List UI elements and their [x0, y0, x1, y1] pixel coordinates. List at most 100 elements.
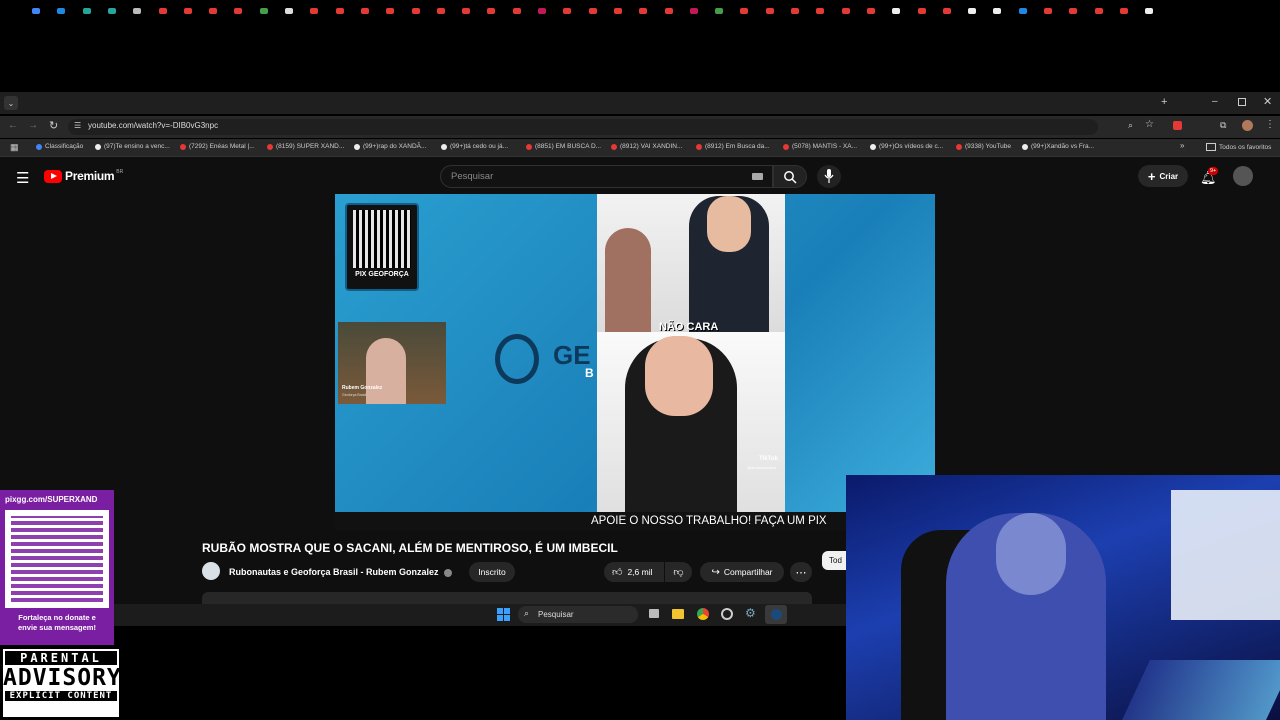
- bookmarks-overflow-icon[interactable]: »: [1180, 141, 1184, 150]
- bookmark-item[interactable]: Classificação: [36, 143, 83, 150]
- browser-tab[interactable]: [1011, 4, 1035, 18]
- like-button[interactable]: 👍︎ 2,6 mil: [604, 562, 664, 582]
- browser-tab[interactable]: [530, 4, 554, 18]
- app-icon-1[interactable]: [721, 608, 733, 620]
- browser-tab[interactable]: [935, 4, 959, 18]
- browser-tab[interactable]: [985, 4, 1009, 18]
- browser-tab[interactable]: [404, 4, 428, 18]
- bookmark-item[interactable]: (8159) SUPER XAND...: [267, 143, 344, 150]
- reload-icon[interactable]: ↻: [49, 119, 58, 132]
- browser-tab[interactable]: [834, 4, 858, 18]
- video-player[interactable]: PIX GEOFORÇA Rubem Gonzalez Geoforça Bra…: [335, 194, 935, 531]
- omnibox[interactable]: [68, 119, 1098, 135]
- bookmark-item[interactable]: (99+)Xandão vs Fra...: [1022, 143, 1094, 150]
- url-text[interactable]: youtube.com/watch?v=-DIB0vG3npc: [88, 121, 218, 130]
- extensions-puzzle-icon[interactable]: ⧉: [1220, 120, 1226, 131]
- all-bookmarks-folder[interactable]: Todos os favoritos: [1206, 143, 1271, 151]
- browser-tab[interactable]: [859, 4, 883, 18]
- tab-search-button[interactable]: ⌄: [4, 96, 18, 110]
- browser-tab[interactable]: [378, 4, 402, 18]
- browser-tab[interactable]: [100, 4, 124, 18]
- bookmark-item[interactable]: (7292) Enéas Metal |...: [180, 143, 255, 150]
- dislike-button[interactable]: 👎︎: [665, 562, 692, 582]
- browser-tab[interactable]: [884, 4, 908, 18]
- subscribed-button[interactable]: Inscrito: [469, 562, 515, 582]
- browser-tab[interactable]: [1137, 4, 1161, 18]
- more-actions-button[interactable]: ⋯: [790, 562, 812, 582]
- search-button[interactable]: [773, 165, 807, 188]
- browser-tab[interactable]: [125, 4, 149, 18]
- browser-tab[interactable]: [75, 4, 99, 18]
- windows-start-icon[interactable]: [497, 608, 510, 621]
- zoom-icon[interactable]: ⌕: [1128, 120, 1133, 131]
- browser-tab[interactable]: [505, 4, 529, 18]
- browser-tab[interactable]: [682, 4, 706, 18]
- browser-tab[interactable]: [783, 4, 807, 18]
- browser-tab[interactable]: [277, 4, 301, 18]
- browser-tab[interactable]: [657, 4, 681, 18]
- browser-tab[interactable]: [252, 4, 276, 18]
- browser-tab[interactable]: [758, 4, 782, 18]
- bookmark-item[interactable]: (9338) YouTube: [956, 143, 1011, 150]
- browser-tab[interactable]: [429, 4, 453, 18]
- chrome-menu-icon[interactable]: ⋮: [1265, 119, 1275, 130]
- filter-chip-all[interactable]: Tod: [822, 551, 846, 570]
- keyboard-icon[interactable]: [752, 173, 763, 180]
- browser-tab[interactable]: [479, 4, 503, 18]
- bookmark-item[interactable]: (99+)rap do XANDÃ...: [354, 143, 426, 150]
- browser-tab[interactable]: [49, 4, 73, 18]
- apps-grid-icon[interactable]: ▦: [10, 142, 19, 153]
- channel-name[interactable]: Rubonautas e Geoforça Brasil - Rubem Gon…: [229, 567, 439, 577]
- bookmark-item[interactable]: (99+)tá cedo ou já...: [441, 143, 508, 150]
- hamburger-menu-icon[interactable]: ☰: [16, 169, 29, 187]
- browser-tab[interactable]: [581, 4, 605, 18]
- browser-tab[interactable]: [1036, 4, 1060, 18]
- browser-tab[interactable]: [555, 4, 579, 18]
- bookmark-item[interactable]: (97)Te ensino a venc...: [95, 143, 170, 150]
- browser-tab[interactable]: [1061, 4, 1085, 18]
- bookmark-star-icon[interactable]: ☆: [1145, 119, 1154, 130]
- settings-gear-icon[interactable]: ⚙: [745, 606, 756, 620]
- bookmark-item[interactable]: (99+)Os vídeos de c...: [870, 143, 943, 150]
- browser-tab[interactable]: [24, 4, 48, 18]
- file-explorer-icon[interactable]: [672, 609, 684, 619]
- voice-search-button[interactable]: [817, 165, 841, 188]
- bookmark-item[interactable]: (8851) EM BUSCA D...: [526, 143, 601, 150]
- browser-tab[interactable]: [707, 4, 731, 18]
- bookmark-item[interactable]: (8912) Em Busca da...: [696, 143, 770, 150]
- browser-tab[interactable]: [353, 4, 377, 18]
- back-icon[interactable]: ←: [8, 120, 18, 131]
- chrome-icon[interactable]: [697, 608, 709, 620]
- browser-tab[interactable]: [808, 4, 832, 18]
- bookmark-item[interactable]: (8912) VAI XANDIN...: [611, 143, 682, 150]
- steam-icon[interactable]: [765, 605, 787, 624]
- browser-tab[interactable]: [176, 4, 200, 18]
- new-tab-icon[interactable]: +: [1161, 96, 1167, 108]
- youtube-logo[interactable]: Premium BR: [44, 169, 123, 183]
- profile-avatar[interactable]: [1242, 120, 1253, 131]
- browser-tab[interactable]: [302, 4, 326, 18]
- create-button[interactable]: + Criar: [1138, 165, 1188, 187]
- browser-tab[interactable]: [454, 4, 478, 18]
- bookmark-item[interactable]: (5078) MANTIS - XA...: [783, 143, 857, 150]
- task-view-icon[interactable]: [649, 609, 659, 618]
- browser-tab[interactable]: [631, 4, 655, 18]
- browser-tab[interactable]: [960, 4, 984, 18]
- description-box[interactable]: [202, 592, 812, 604]
- browser-tab[interactable]: [606, 4, 630, 18]
- channel-avatar[interactable]: [202, 562, 220, 580]
- minimize-icon[interactable]: –: [1212, 96, 1218, 107]
- browser-tab[interactable]: [151, 4, 175, 18]
- browser-tab[interactable]: [226, 4, 250, 18]
- browser-tab[interactable]: [910, 4, 934, 18]
- forward-icon[interactable]: →: [28, 120, 38, 131]
- share-button[interactable]: ↪ Compartilhar: [700, 562, 784, 582]
- browser-tab[interactable]: [201, 4, 225, 18]
- browser-tab[interactable]: [1112, 4, 1136, 18]
- browser-tab[interactable]: [732, 4, 756, 18]
- browser-tab[interactable]: [328, 4, 352, 18]
- extension-icon[interactable]: [1173, 121, 1182, 130]
- account-avatar[interactable]: [1233, 166, 1253, 186]
- browser-tab[interactable]: [1087, 4, 1111, 18]
- maximize-icon[interactable]: [1238, 98, 1246, 106]
